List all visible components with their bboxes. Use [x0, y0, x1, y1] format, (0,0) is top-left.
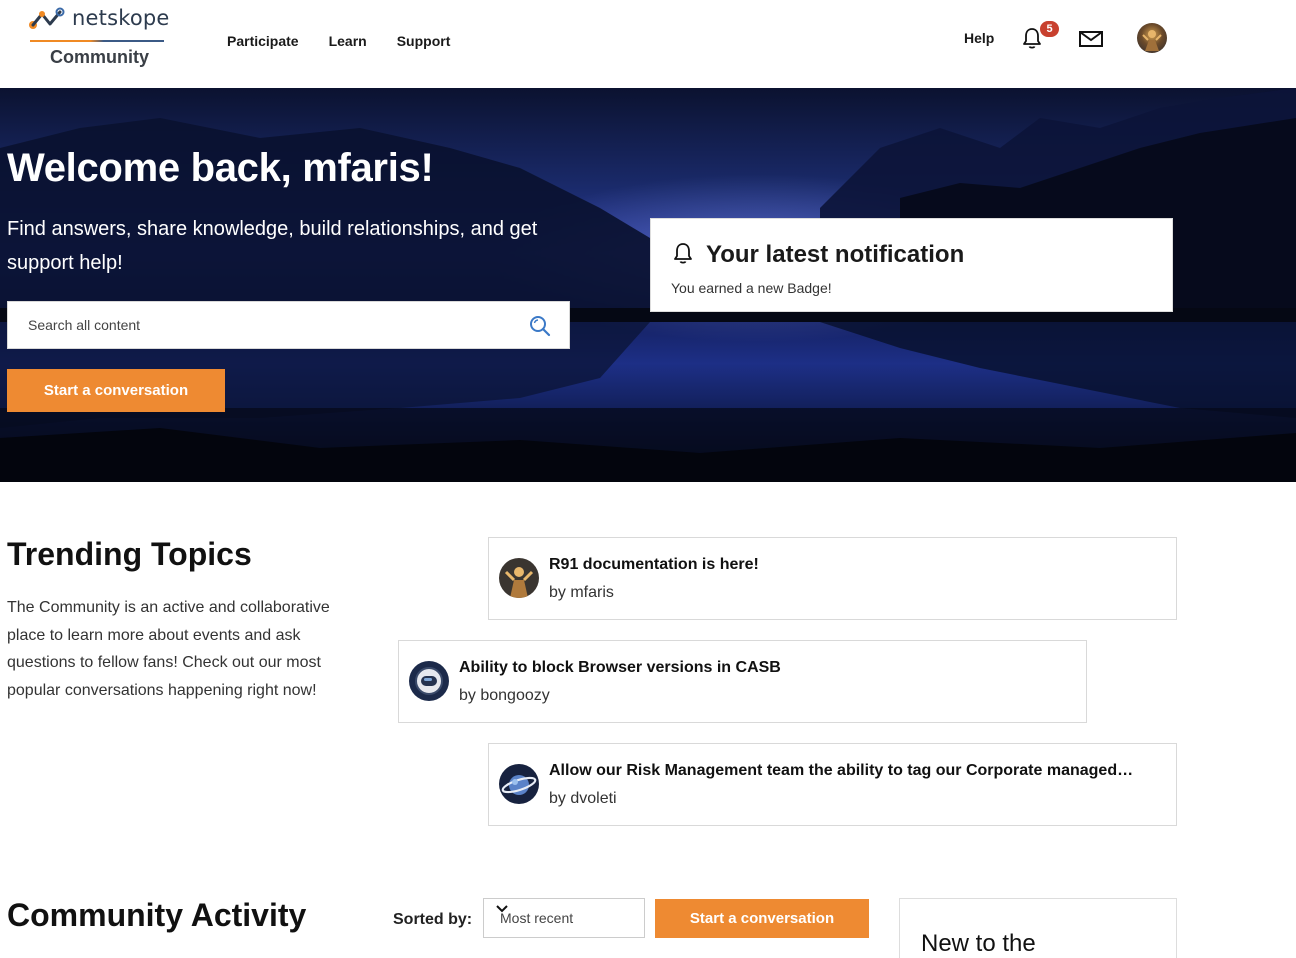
planet-icon [499, 764, 539, 804]
search-icon[interactable] [528, 314, 552, 338]
sort-dropdown[interactable]: Most recent [483, 898, 645, 938]
topic-title[interactable]: R91 documentation is here! [549, 556, 1149, 574]
trending-topic-card[interactable]: Ability to block Browser versions in CAS… [398, 640, 1087, 723]
main-nav: Participate Learn Support [227, 33, 450, 49]
site-header: netskope Community Participate Learn Sup… [0, 0, 1296, 88]
topic-author[interactable]: by mfaris [549, 584, 614, 602]
nav-participate[interactable]: Participate [227, 33, 299, 49]
topic-author[interactable]: by bongoozy [459, 687, 550, 705]
hero-subtitle: Find answers, share knowledge, build rel… [7, 218, 538, 274]
notification-count-badge: 5 [1040, 21, 1059, 37]
netskope-logo[interactable]: netskope Community [28, 4, 188, 74]
search-box [7, 301, 570, 349]
sort-dropdown-value: Most recent [500, 910, 574, 926]
trending-topic-card[interactable]: Allow our Risk Management team the abili… [488, 743, 1177, 826]
brand-subtitle: Community [50, 47, 149, 67]
trending-topics-heading: Trending Topics [7, 536, 252, 572]
topic-title[interactable]: Allow our Risk Management team the abili… [549, 762, 1135, 780]
nav-support[interactable]: Support [397, 33, 451, 49]
person-photo-icon [499, 558, 539, 598]
latest-notification-card[interactable]: Your latest notification You earned a ne… [650, 218, 1173, 312]
astronaut-helmet-icon [409, 661, 449, 701]
notification-bell-icon [674, 243, 692, 264]
notification-text[interactable]: You earned a new Badge! [671, 280, 832, 296]
sorted-by-label: Sorted by: [393, 911, 473, 928]
notification-title: Your latest notification [706, 241, 965, 268]
new-to-community-card: New to the [899, 898, 1177, 958]
nav-learn[interactable]: Learn [329, 33, 367, 49]
brand-name: netskope [72, 6, 170, 30]
welcome-heading: Welcome back, mfaris! [7, 146, 434, 190]
user-avatar[interactable] [1137, 23, 1167, 53]
help-link[interactable]: Help [964, 30, 994, 46]
netskope-logo-mark-icon [29, 7, 65, 29]
new-card-title: New to the [921, 930, 1036, 957]
messages-mail-icon[interactable] [1078, 29, 1104, 49]
topic-title[interactable]: Ability to block Browser versions in CAS… [459, 659, 1059, 677]
trending-description: The Community is an active and collabora… [7, 599, 330, 699]
logo-divider [30, 40, 164, 42]
user-avatar-photo-icon [1142, 30, 1162, 51]
topic-author[interactable]: by dvoleti [549, 790, 617, 808]
search-input[interactable] [8, 302, 508, 348]
start-conversation-button-secondary[interactable]: Start a conversation [655, 899, 869, 938]
start-conversation-button[interactable]: Start a conversation [7, 369, 225, 412]
trending-topic-card[interactable]: R91 documentation is here! by mfaris [488, 537, 1177, 620]
hero-banner: Welcome back, mfaris! Find answers, shar… [0, 88, 1296, 482]
community-activity-heading: Community Activity [7, 897, 307, 933]
